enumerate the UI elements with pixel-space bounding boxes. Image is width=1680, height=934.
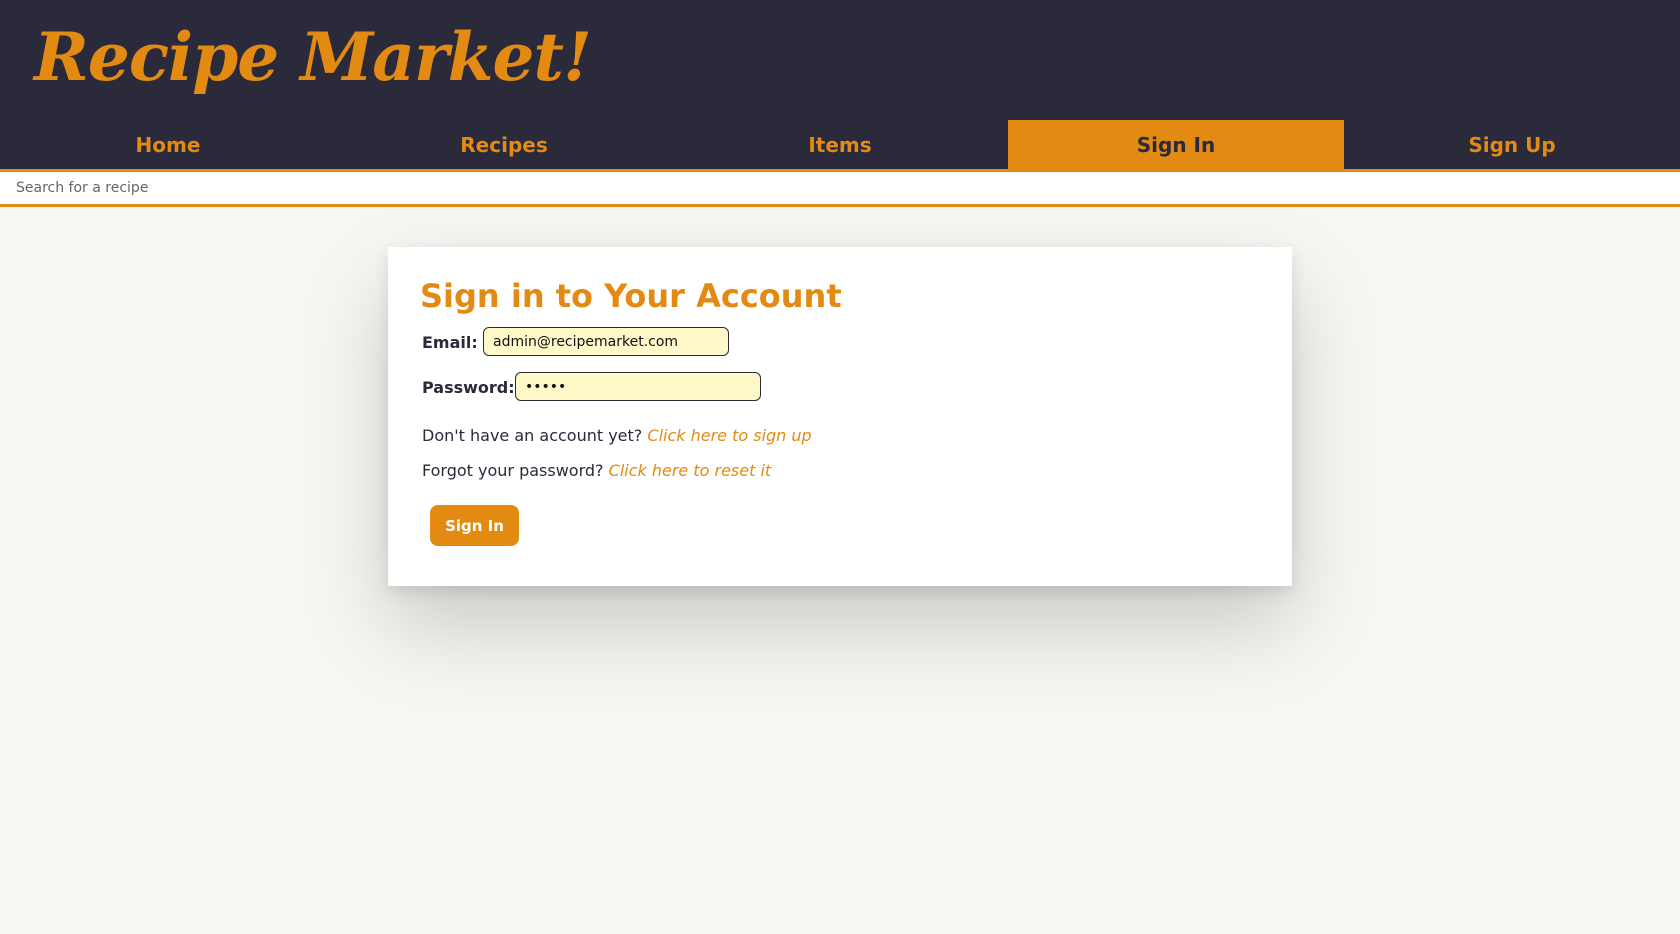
nav-item-items[interactable]: Items bbox=[672, 120, 1008, 169]
email-field[interactable] bbox=[483, 327, 729, 356]
site-header: Recipe Market! Home Recipes Items Sign I… bbox=[0, 0, 1680, 169]
nav-item-sign-in[interactable]: Sign In bbox=[1008, 120, 1344, 169]
nav-item-home[interactable]: Home bbox=[0, 120, 336, 169]
signup-prompt-text: Don't have an account yet? bbox=[422, 426, 643, 445]
email-label: Email: bbox=[422, 333, 478, 352]
reset-password-link[interactable]: Click here to reset it bbox=[609, 461, 772, 480]
reset-prompt-line: Forgot your password? Click here to rese… bbox=[422, 461, 771, 480]
site-logo[interactable]: Recipe Market! bbox=[34, 18, 592, 96]
reset-prompt-text: Forgot your password? bbox=[422, 461, 604, 480]
password-field[interactable] bbox=[515, 372, 761, 401]
password-label: Password: bbox=[422, 378, 515, 397]
search-bar bbox=[0, 169, 1680, 207]
nav-item-sign-up[interactable]: Sign Up bbox=[1344, 120, 1680, 169]
signup-link[interactable]: Click here to sign up bbox=[647, 426, 811, 445]
search-input[interactable] bbox=[0, 172, 1680, 204]
sign-in-title: Sign in to Your Account bbox=[420, 277, 842, 315]
sign-in-button[interactable]: Sign In bbox=[430, 505, 519, 546]
signup-prompt-line: Don't have an account yet? Click here to… bbox=[422, 426, 812, 445]
sign-in-card: Sign in to Your Account Email: Password:… bbox=[388, 247, 1292, 586]
nav-item-recipes[interactable]: Recipes bbox=[336, 120, 672, 169]
main-nav: Home Recipes Items Sign In Sign Up bbox=[0, 120, 1680, 169]
